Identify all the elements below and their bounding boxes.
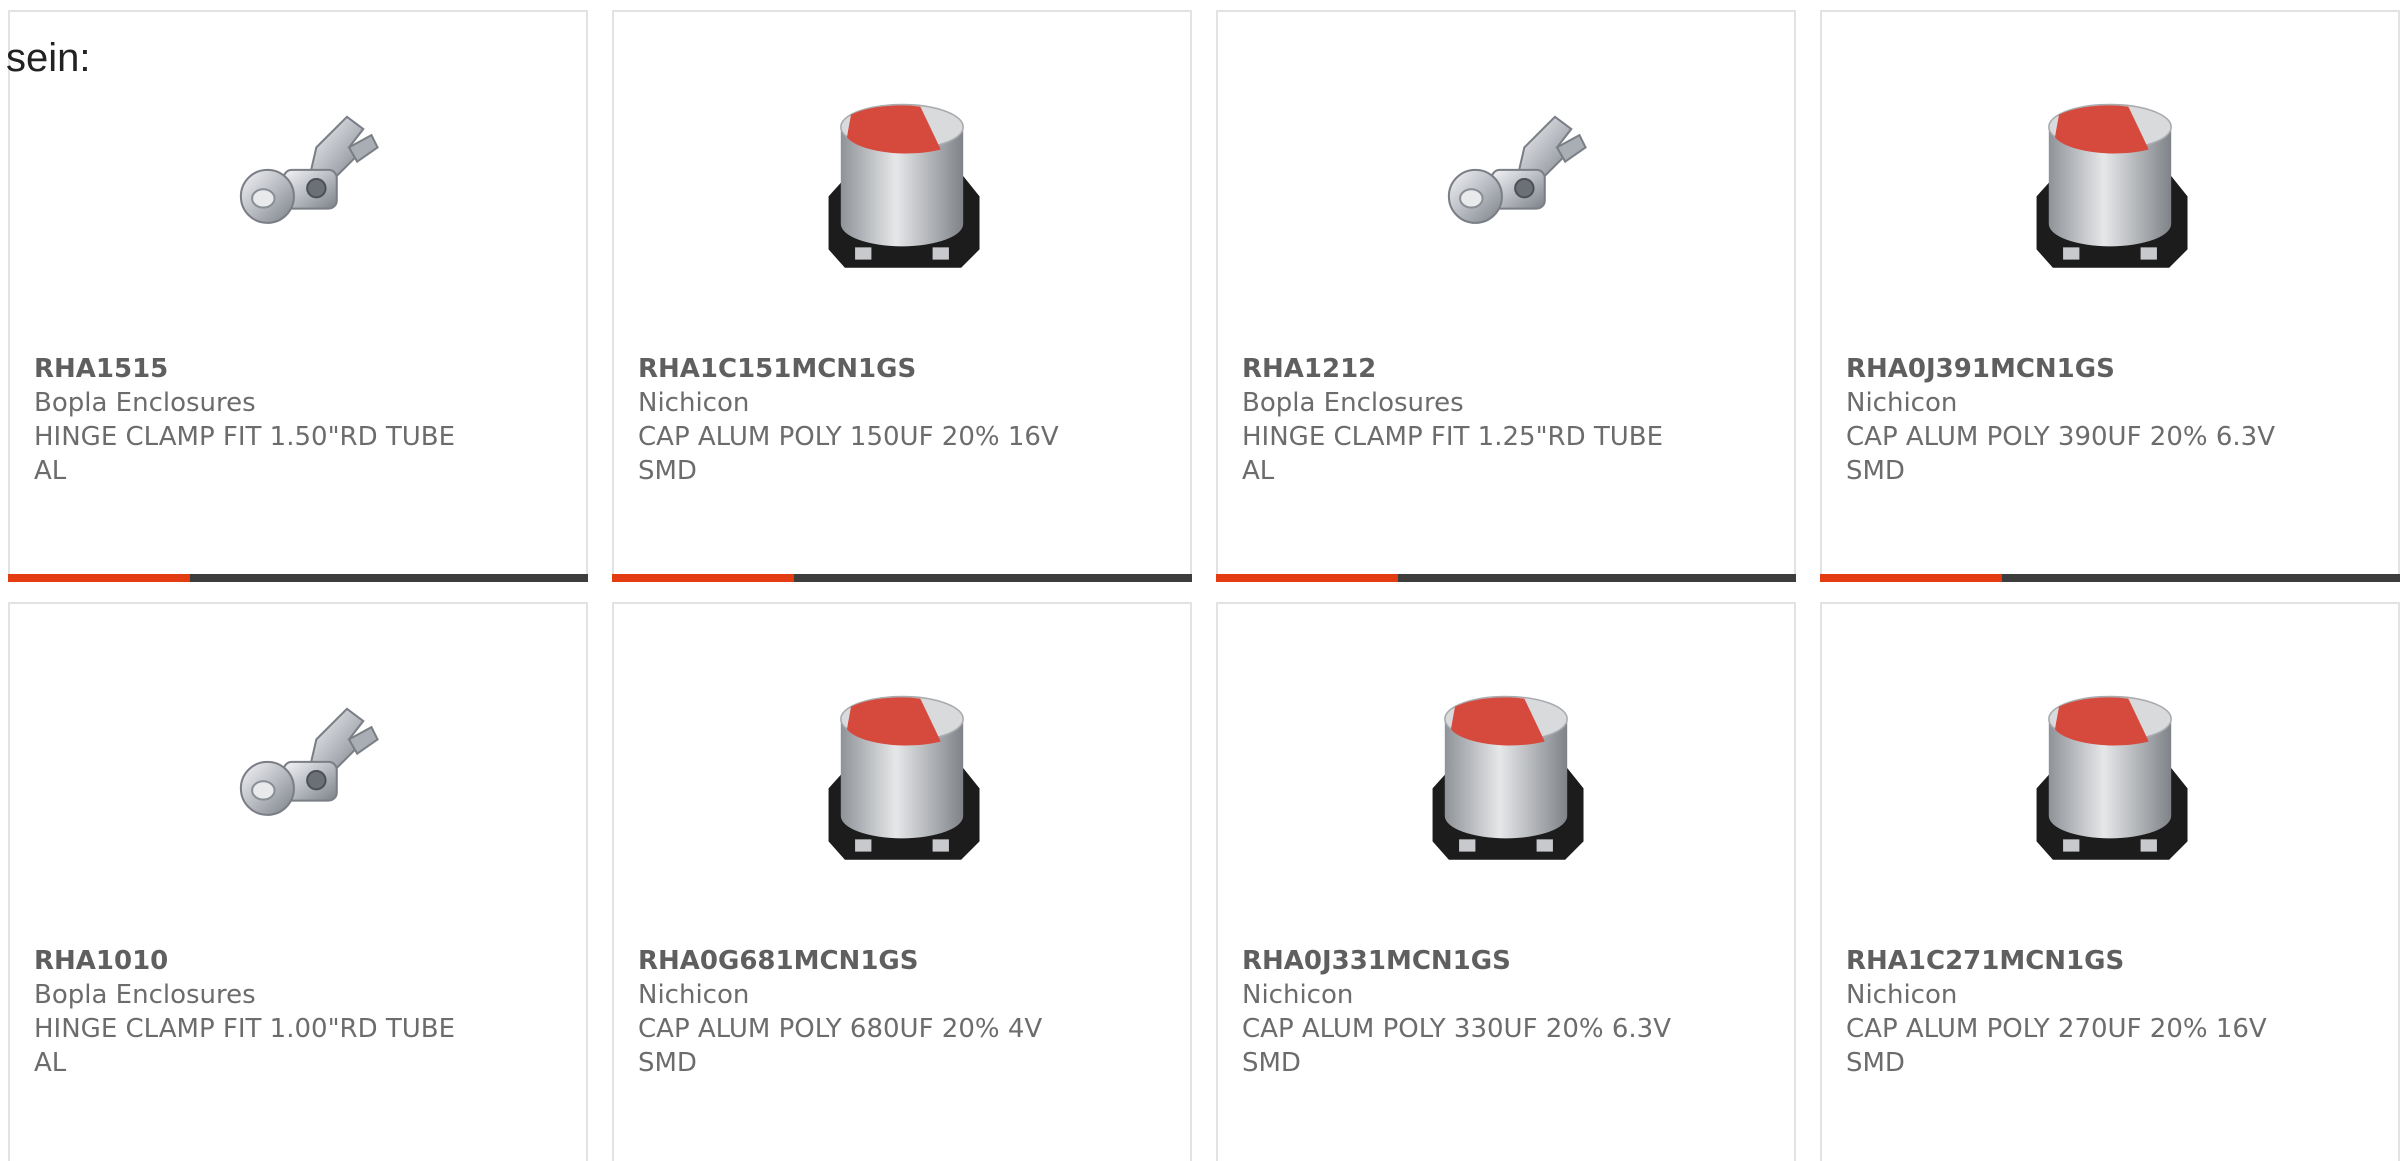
product-info: RHA1212 Bopla Enclosures HINGE CLAMP FIT… bbox=[1242, 352, 1702, 488]
product-info: RHA0J331MCN1GS Nichicon CAP ALUM POLY 33… bbox=[1242, 944, 1702, 1080]
capacitor-icon bbox=[800, 668, 1004, 872]
manufacturer: Bopla Enclosures bbox=[1242, 388, 1464, 418]
card-accent-bar bbox=[612, 574, 794, 582]
product-info: RHA1C271MCN1GS Nichicon CAP ALUM POLY 27… bbox=[1846, 944, 2306, 1080]
product-card[interactable]: RHA1C151MCN1GS Nichicon CAP ALUM POLY 15… bbox=[612, 10, 1192, 582]
part-number[interactable]: RHA1515 bbox=[34, 352, 494, 386]
manufacturer: Nichicon bbox=[1846, 388, 1958, 418]
product-grid: RHA1515 Bopla Enclosures HINGE CLAMP FIT… bbox=[8, 10, 2400, 1161]
product-grid-page: sein: RHA1515 Bopla Enclosures HINGE CLA… bbox=[0, 0, 2400, 1161]
capacitor-icon bbox=[2008, 76, 2212, 280]
product-info: RHA1010 Bopla Enclosures HINGE CLAMP FIT… bbox=[34, 944, 494, 1080]
product-card[interactable]: RHA1212 Bopla Enclosures HINGE CLAMP FIT… bbox=[1216, 10, 1796, 582]
manufacturer: Nichicon bbox=[638, 388, 750, 418]
card-accent-bar bbox=[8, 574, 190, 582]
capacitor-icon bbox=[1404, 668, 1608, 872]
manufacturer: Nichicon bbox=[1242, 980, 1354, 1010]
capacitor-icon bbox=[800, 76, 1004, 280]
product-info: RHA0J391MCN1GS Nichicon CAP ALUM POLY 39… bbox=[1846, 352, 2306, 488]
product-card[interactable]: RHA1515 Bopla Enclosures HINGE CLAMP FIT… bbox=[8, 10, 588, 582]
product-card[interactable]: RHA1010 Bopla Enclosures HINGE CLAMP FIT… bbox=[8, 602, 588, 1161]
product-card[interactable]: RHA0G681MCN1GS Nichicon CAP ALUM POLY 68… bbox=[612, 602, 1192, 1161]
part-number[interactable]: RHA0J331MCN1GS bbox=[1242, 944, 1702, 978]
hinge-clamp-icon bbox=[196, 76, 400, 280]
card-bottom-bar bbox=[8, 574, 588, 582]
hinge-clamp-icon bbox=[1404, 76, 1608, 280]
card-bottom-bar bbox=[612, 574, 1192, 582]
manufacturer: Nichicon bbox=[1846, 980, 1958, 1010]
card-accent-bar bbox=[1216, 574, 1398, 582]
manufacturer: Nichicon bbox=[638, 980, 750, 1010]
part-number[interactable]: RHA0J391MCN1GS bbox=[1846, 352, 2306, 386]
part-number[interactable]: RHA1C151MCN1GS bbox=[638, 352, 1098, 386]
part-number[interactable]: RHA1C271MCN1GS bbox=[1846, 944, 2306, 978]
hinge-clamp-icon bbox=[196, 668, 400, 872]
part-number[interactable]: RHA1010 bbox=[34, 944, 494, 978]
product-info: RHA1C151MCN1GS Nichicon CAP ALUM POLY 15… bbox=[638, 352, 1098, 488]
product-info: RHA0G681MCN1GS Nichicon CAP ALUM POLY 68… bbox=[638, 944, 1098, 1080]
manufacturer: Bopla Enclosures bbox=[34, 388, 256, 418]
capacitor-icon bbox=[2008, 668, 2212, 872]
product-description: HINGE CLAMP FIT 1.25"RD TUBE AL bbox=[1242, 422, 1664, 486]
product-card[interactable]: RHA0J331MCN1GS Nichicon CAP ALUM POLY 33… bbox=[1216, 602, 1796, 1161]
manufacturer: Bopla Enclosures bbox=[34, 980, 256, 1010]
product-description: CAP ALUM POLY 270UF 20% 16V SMD bbox=[1846, 1014, 2267, 1078]
product-description: CAP ALUM POLY 330UF 20% 6.3V SMD bbox=[1242, 1014, 1671, 1078]
product-info: RHA1515 Bopla Enclosures HINGE CLAMP FIT… bbox=[34, 352, 494, 488]
product-description: HINGE CLAMP FIT 1.00"RD TUBE AL bbox=[34, 1014, 456, 1078]
product-description: CAP ALUM POLY 150UF 20% 16V SMD bbox=[638, 422, 1059, 486]
product-description: CAP ALUM POLY 390UF 20% 6.3V SMD bbox=[1846, 422, 2275, 486]
product-card[interactable]: RHA0J391MCN1GS Nichicon CAP ALUM POLY 39… bbox=[1820, 10, 2400, 582]
card-bottom-bar bbox=[1216, 574, 1796, 582]
product-description: CAP ALUM POLY 680UF 20% 4V SMD bbox=[638, 1014, 1043, 1078]
product-description: HINGE CLAMP FIT 1.50"RD TUBE AL bbox=[34, 422, 456, 486]
part-number[interactable]: RHA0G681MCN1GS bbox=[638, 944, 1098, 978]
card-accent-bar bbox=[1820, 574, 2002, 582]
part-number[interactable]: RHA1212 bbox=[1242, 352, 1702, 386]
product-card[interactable]: RHA1C271MCN1GS Nichicon CAP ALUM POLY 27… bbox=[1820, 602, 2400, 1161]
card-bottom-bar bbox=[1820, 574, 2400, 582]
intro-text: sein: bbox=[6, 36, 91, 80]
